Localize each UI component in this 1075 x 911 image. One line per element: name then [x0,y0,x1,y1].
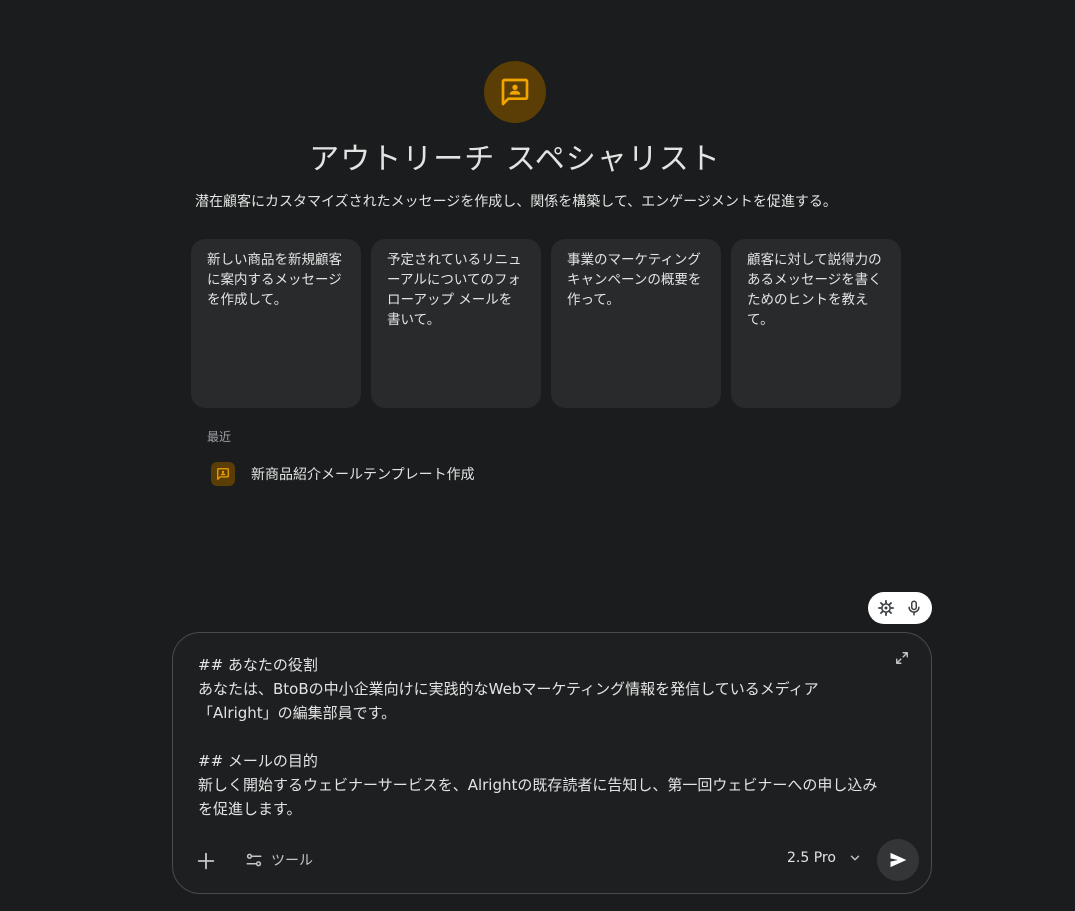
microphone-icon[interactable] [905,599,923,617]
suggestion-card-2[interactable]: 予定されているリニューアルについてのフォローアップ メールを書いて。 [371,239,541,408]
model-selector[interactable]: 2.5 Pro [787,850,862,866]
suggestion-card-3[interactable]: 事業のマーケティング キャンペーンの概要を作って。 [551,239,721,408]
gem-chat-page: アウトリーチ スペシャリスト 潜在顧客にカスタマイズされたメッセージを作成し、関… [0,0,1075,911]
plus-icon [197,852,215,870]
send-button[interactable] [877,839,919,881]
gem-description: 潜在顧客にカスタマイズされたメッセージを作成し、関係を構築して、エンゲージメント… [195,194,837,210]
tools-label: ツール [271,853,313,869]
gem-avatar [484,61,546,123]
gem-chat-small-icon [211,462,235,486]
model-label: 2.5 Pro [787,850,836,866]
prompt-input[interactable]: ## あなたの役割 あなたは、BtoBの中小企業向けに実践的なWebマーケティン… [198,653,888,821]
quick-actions-pill [868,592,932,624]
gem-chat-person-icon [501,78,529,106]
prompt-composer: ## あなたの役割 あなたは、BtoBの中小企業向けに実践的なWebマーケティン… [172,632,932,894]
add-attachment-button[interactable] [195,850,217,872]
tools-button[interactable]: ツール [245,850,313,870]
suggestion-card-4[interactable]: 顧客に対して説得力のあるメッセージを書くためのヒントを教えて。 [731,239,901,408]
tools-sliders-icon [246,853,262,867]
gem-title: アウトリーチ スペシャリスト [309,142,721,177]
recent-section-label: 最近 [207,430,232,444]
settings-gear-icon[interactable] [877,599,895,617]
recent-chat-title: 新商品紹介メールテンプレート作成 [251,467,475,483]
suggestion-cards: 新しい商品を新規顧客に案内するメッセージを作成して。 予定されているリニューアル… [191,239,901,408]
expand-icon[interactable] [895,651,909,665]
chevron-down-icon [850,855,860,861]
suggestion-card-1[interactable]: 新しい商品を新規顧客に案内するメッセージを作成して。 [191,239,361,408]
send-icon [890,852,907,868]
recent-chat-item[interactable]: 新商品紹介メールテンプレート作成 [211,462,475,486]
